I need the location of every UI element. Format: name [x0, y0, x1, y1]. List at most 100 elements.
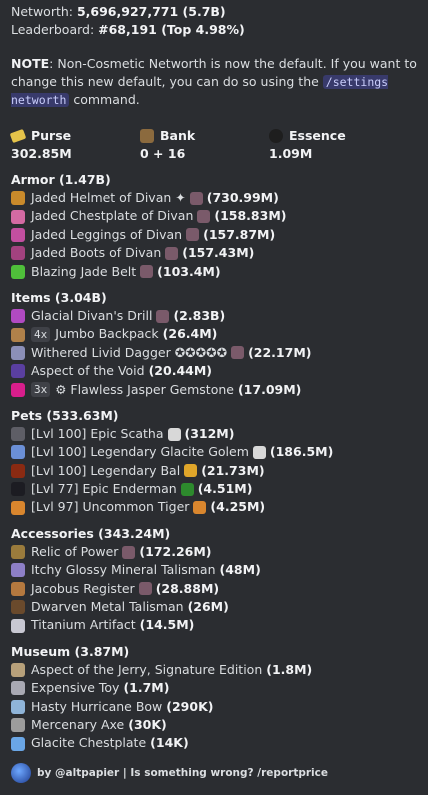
- item-value: (4.51M): [197, 481, 253, 497]
- item-name: [Lvl 100] Legendary Bal: [31, 462, 181, 478]
- item-value: (730.99M): [206, 190, 279, 205]
- dagger-icon: [11, 345, 25, 360]
- list-item: Jaded Helmet of Divan ✦ (730.99M): [11, 189, 418, 207]
- item-name: Jaded Helmet of Divan ✦: [31, 190, 186, 205]
- list-item: Relic of Power (172.26M): [11, 543, 418, 561]
- item-name: Dwarven Metal Talisman: [31, 599, 184, 615]
- chestplate-icon: [11, 209, 25, 224]
- networth-line: Networth: 5,696,927,771 (5.7B): [11, 3, 418, 21]
- item-name: Expensive Toy: [31, 680, 120, 696]
- list-item: 3x ⚙ Flawless Jasper Gemstone (17.09M): [11, 381, 418, 399]
- section-title: Armor (1.47B): [11, 172, 111, 187]
- pet-item-gold-icon: [184, 464, 198, 478]
- bank-chest-icon: [140, 129, 154, 143]
- item-value: (17.09M): [237, 381, 302, 397]
- note-label: NOTE: [11, 56, 50, 71]
- item-value: (48M): [219, 562, 261, 578]
- golem-icon: [11, 445, 25, 460]
- pet-item-green-icon: [180, 482, 194, 496]
- item-name: Jumbo Backpack: [55, 326, 159, 342]
- list-item: [Lvl 100] Legendary Bal (21.73M): [11, 462, 418, 480]
- list-item: Jacobus Register (28.88M): [11, 580, 418, 598]
- jade-belt-icon: [11, 264, 25, 279]
- item-value: (20.44M): [148, 363, 212, 379]
- item-name: Glacial Divan's Drill: [31, 307, 153, 323]
- stat-purse: Purse 302.85M: [9, 127, 140, 163]
- list-item: Dwarven Metal Talisman (26M): [11, 598, 418, 616]
- section-title: Accessories (343.24M): [11, 525, 171, 541]
- stats-row: Purse 302.85M Bank 0 + 16 Essence 1.09M: [9, 127, 418, 163]
- item-value: (1.7M): [123, 680, 170, 696]
- list-item: Hasty Hurricane Bow (290K): [11, 698, 418, 716]
- axe-icon: [11, 718, 25, 733]
- item-value: (312M): [184, 425, 235, 441]
- list-item: Mercenary Axe (30K): [11, 716, 418, 734]
- void-sword-icon: [11, 364, 25, 379]
- item-value: (14.5M): [139, 617, 195, 633]
- gemstone-icon: [156, 309, 170, 323]
- list-item: Aspect of the Jerry, Signature Edition (1…: [11, 661, 418, 679]
- item-name: [Lvl 100] Epic Scatha: [31, 425, 164, 441]
- item-value: (4.25M): [210, 499, 266, 515]
- jasper-gemstone-icon: [11, 382, 25, 397]
- item-name: Mercenary Axe: [31, 716, 125, 732]
- drill-icon: [11, 309, 25, 324]
- item-value: (30K): [128, 716, 167, 732]
- item-value: (28.88M): [155, 580, 220, 596]
- section-title: Items (3.04B): [11, 289, 107, 305]
- leaderboard-value: #68,191 (Top 4.98%): [98, 22, 245, 37]
- pet-item-icon: [167, 427, 181, 441]
- item-name: Glacite Chestplate: [31, 735, 147, 751]
- list-item: Glacite Chestplate (14K): [11, 734, 418, 752]
- leggings-icon: [11, 227, 25, 242]
- item-name: Jaded Leggings of Divan: [31, 226, 183, 242]
- item-value: (2.83B): [173, 307, 226, 323]
- item-value: (186.5M): [269, 444, 334, 460]
- gemstone-icon: [231, 346, 245, 360]
- list-item: Itchy Glossy Mineral Talisman (48M): [11, 561, 418, 579]
- item-name: Titanium Artifact: [31, 617, 136, 633]
- item-value: (22.17M): [248, 344, 312, 360]
- gemstone-icon: [140, 265, 154, 279]
- gemstone-icon: [189, 191, 203, 205]
- toy-icon: [11, 681, 25, 696]
- quantity-badge: 4x: [31, 327, 51, 343]
- list-item: 4x Jumbo Backpack (26.4M): [11, 325, 418, 343]
- bow-icon: [11, 699, 25, 714]
- scatha-icon: [11, 427, 25, 442]
- leaderboard-line: Leaderboard: #68,191 (Top 4.98%): [11, 21, 418, 39]
- stat-purse-value: 302.85M: [11, 146, 72, 161]
- networth-label: Networth:: [11, 4, 77, 19]
- quantity-badge: 3x: [31, 382, 51, 398]
- item-value: (157.43M): [182, 245, 255, 261]
- list-item: Aspect of the Void (20.44M): [11, 362, 418, 380]
- bot-avatar-icon: [11, 762, 31, 783]
- item-name: Hasty Hurricane Bow: [31, 698, 163, 714]
- list-item: Withered Livid Dagger ✪✪✪✪✪ (22.17M): [11, 344, 418, 362]
- note-text: NOTE: Non-Cosmetic Networth is now the d…: [11, 55, 418, 109]
- item-value: (103.4M): [157, 263, 221, 279]
- enderman-icon: [11, 482, 25, 497]
- gemstone-icon: [197, 210, 211, 224]
- item-value: (26.4M): [162, 326, 218, 342]
- backpack-icon: [11, 327, 25, 342]
- item-name: Relic of Power: [31, 543, 119, 559]
- stat-essence-label: Essence: [289, 128, 346, 143]
- register-icon: [11, 581, 25, 596]
- item-value: (26M): [187, 599, 229, 615]
- networth-value: 5,696,927,771 (5.7B): [76, 4, 226, 19]
- item-value: (21.73M): [201, 462, 265, 478]
- essence-icon: [269, 129, 283, 143]
- list-item: [Lvl 77] Epic Enderman (4.51M): [11, 480, 418, 498]
- item-name: [Lvl 77] Epic Enderman: [31, 481, 177, 497]
- footer-text: by @altpapier | Is something wrong? /rep…: [37, 766, 328, 779]
- gemstone-icon: [138, 582, 152, 596]
- networth-embed: Networth: 5,696,927,771 (5.7B) Leaderboa…: [0, 0, 428, 795]
- pet-item-orange-icon: [193, 501, 207, 515]
- gemstone-icon: [122, 545, 136, 559]
- item-value: (158.83M): [214, 208, 287, 224]
- item-name: [Lvl 97] Uncommon Tiger: [31, 499, 190, 515]
- footer: by @altpapier | Is something wrong? /rep…: [11, 761, 418, 785]
- list-item: Titanium Artifact (14.5M): [11, 616, 418, 634]
- bal-icon: [11, 463, 25, 478]
